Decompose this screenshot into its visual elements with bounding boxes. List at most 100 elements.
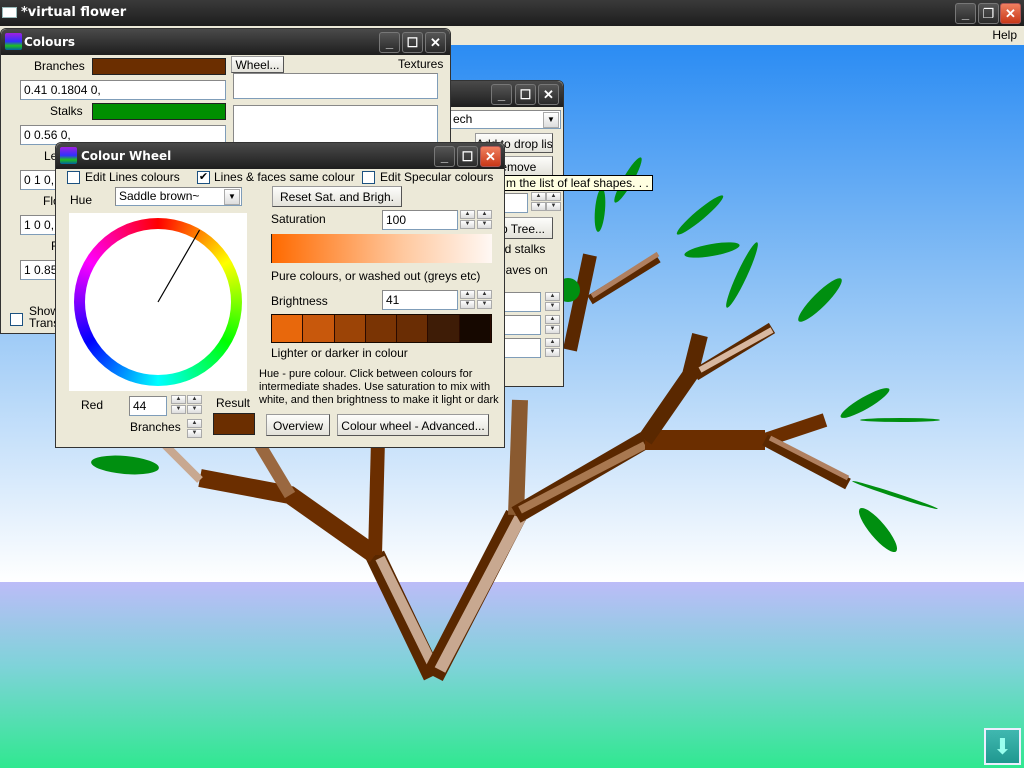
minimize-icon: _ xyxy=(497,87,506,102)
channel-spinner[interactable]: ▲ ▼ xyxy=(171,395,186,414)
advanced-button[interactable]: Colour wheel - Advanced... xyxy=(337,414,489,436)
brightness-swatch[interactable] xyxy=(334,315,366,342)
leaf-window-maximize-button[interactable]: ☐ xyxy=(515,84,536,105)
textures-field-2[interactable] xyxy=(233,105,438,145)
textures-field-1[interactable] xyxy=(233,73,438,99)
maximize-icon: ☐ xyxy=(406,35,419,50)
branch xyxy=(638,333,708,445)
chevron-down-icon[interactable]: ▼ xyxy=(224,189,240,205)
hue-needle xyxy=(157,229,201,303)
channel-spinner-fine[interactable]: ▲ ▼ xyxy=(187,395,202,414)
brightness-swatch[interactable] xyxy=(397,315,429,342)
leaf xyxy=(860,418,940,422)
scroll-down-button[interactable]: ⬇ xyxy=(984,728,1021,765)
branch xyxy=(162,442,203,483)
leaf-window-titlebar: _ ☐ ✕ xyxy=(441,81,563,107)
colour-wheel-title: Colour Wheel xyxy=(81,149,172,163)
leaf-shape-combo[interactable]: ech ▼ xyxy=(449,110,561,129)
leaf-param-spinner-3[interactable]: ▲ ▼ xyxy=(545,338,560,357)
leaf-param-spinner-2[interactable]: ▲ ▼ xyxy=(545,315,560,334)
saturation-hint: Pure colours, or washed out (greys etc) xyxy=(271,269,481,283)
branch xyxy=(698,327,774,373)
maximize-icon: ☐ xyxy=(519,87,532,102)
app-icon xyxy=(2,7,17,18)
brightness-swatch[interactable] xyxy=(272,315,304,342)
edit-lines-colours-label: Edit Lines colours xyxy=(85,170,180,184)
edit-specular-label: Edit Specular colours xyxy=(380,170,494,184)
brightness-swatch[interactable] xyxy=(303,315,335,342)
leaf xyxy=(840,388,890,418)
branches-label: Branches xyxy=(34,59,85,73)
show-transparent-checkbox[interactable] xyxy=(10,313,23,326)
leaf-value-spinner[interactable]: ▲ ▼ xyxy=(531,192,546,211)
wheel-button[interactable]: Wheel... xyxy=(231,56,284,73)
result-color-swatch xyxy=(213,413,255,435)
colour-wheel-maximize-button[interactable]: ☐ xyxy=(457,146,478,167)
target-part-spinner[interactable]: ▲ ▼ xyxy=(187,419,202,438)
leaf-param-spinner-1[interactable]: ▲ ▼ xyxy=(545,292,560,311)
brightness-field[interactable]: 41 xyxy=(382,290,458,310)
branches-color-swatch[interactable] xyxy=(92,58,226,75)
menu-help[interactable]: Help xyxy=(992,28,1017,42)
leaf-value-spinner-fine[interactable]: ▲ ▼ xyxy=(546,192,561,211)
app-minimize-button[interactable]: _ xyxy=(955,3,976,24)
leaf xyxy=(676,195,724,235)
colours-maximize-button[interactable]: ☐ xyxy=(402,32,423,53)
tooltip: m the list of leaf shapes. . . xyxy=(502,175,653,191)
brightness-hint: Lighter or darker in colour xyxy=(271,346,408,360)
hue-combo-value: Saddle brown~ xyxy=(119,189,200,203)
branch xyxy=(518,441,647,514)
overview-button[interactable]: Overview xyxy=(266,414,330,436)
channel-value-field[interactable]: 44 xyxy=(129,396,167,416)
colours-window-title: Colours xyxy=(24,35,76,49)
leaf xyxy=(91,455,159,475)
leaves-on-label: eaves on xyxy=(499,263,548,277)
hue-wheel[interactable] xyxy=(69,213,247,391)
stalks-color-swatch[interactable] xyxy=(92,103,226,120)
lines-faces-same-checkbox[interactable]: ✔ xyxy=(197,171,210,184)
textures-label: Textures xyxy=(398,57,444,71)
branches-value-field[interactable]: 0.41 0.1804 0, xyxy=(20,80,226,100)
colour-wheel-minimize-button[interactable]: _ xyxy=(434,146,455,167)
leaf xyxy=(858,507,898,553)
brightness-swatch[interactable] xyxy=(459,315,491,342)
restore-icon: ❐ xyxy=(982,6,995,21)
brightness-spinner[interactable]: ▲ ▼ xyxy=(460,290,475,309)
saturation-field[interactable]: 100 xyxy=(382,210,458,230)
result-label: Result xyxy=(216,396,251,410)
saturation-bar[interactable] xyxy=(271,234,492,263)
branch xyxy=(368,439,385,556)
colours-minimize-button[interactable]: _ xyxy=(379,32,400,53)
edit-lines-colours-checkbox[interactable] xyxy=(67,171,80,184)
colours-close-button[interactable]: ✕ xyxy=(425,32,446,53)
app-logo-icon xyxy=(60,147,77,164)
arrow-down-icon: ⬇ xyxy=(993,734,1012,759)
leaf xyxy=(852,480,938,510)
brightness-swatch[interactable] xyxy=(365,315,398,342)
minimize-icon: _ xyxy=(961,6,970,21)
app-logo-icon xyxy=(5,33,22,50)
leaf-window-minimize-button[interactable]: _ xyxy=(491,84,512,105)
hue-combo[interactable]: Saddle brown~ ▼ xyxy=(115,187,242,206)
saturation-spinner[interactable]: ▲ ▼ xyxy=(460,210,475,229)
app-title: *virtual flower xyxy=(21,5,127,20)
hue-label: Hue xyxy=(70,193,93,207)
app-restore-button[interactable]: ❐ xyxy=(978,3,999,24)
lines-faces-same-label: Lines & faces same colour xyxy=(214,170,355,184)
add-stalks-label: dd stalks xyxy=(498,242,546,256)
chevron-down-icon[interactable]: ▼ xyxy=(543,112,559,128)
trunk-right-face xyxy=(434,515,526,673)
brightness-swatch[interactable] xyxy=(428,315,460,342)
colour-wheel-titlebar: Colour Wheel _ ☐ ✕ xyxy=(56,143,504,169)
reset-sat-brigh-button[interactable]: Reset Sat. and Brigh. xyxy=(272,186,402,207)
close-icon: ✕ xyxy=(1005,6,1016,21)
brightness-spinner-fine[interactable]: ▲ ▼ xyxy=(477,290,492,309)
colour-wheel-close-button[interactable]: ✕ xyxy=(480,146,501,167)
app-close-button[interactable]: ✕ xyxy=(1000,3,1021,24)
leaf-window-close-button[interactable]: ✕ xyxy=(538,84,559,105)
brightness-bar[interactable] xyxy=(271,314,492,343)
saturation-spinner-fine[interactable]: ▲ ▼ xyxy=(477,210,492,229)
branch xyxy=(590,251,660,299)
trunk-left-face xyxy=(375,555,441,675)
edit-specular-checkbox[interactable] xyxy=(362,171,375,184)
